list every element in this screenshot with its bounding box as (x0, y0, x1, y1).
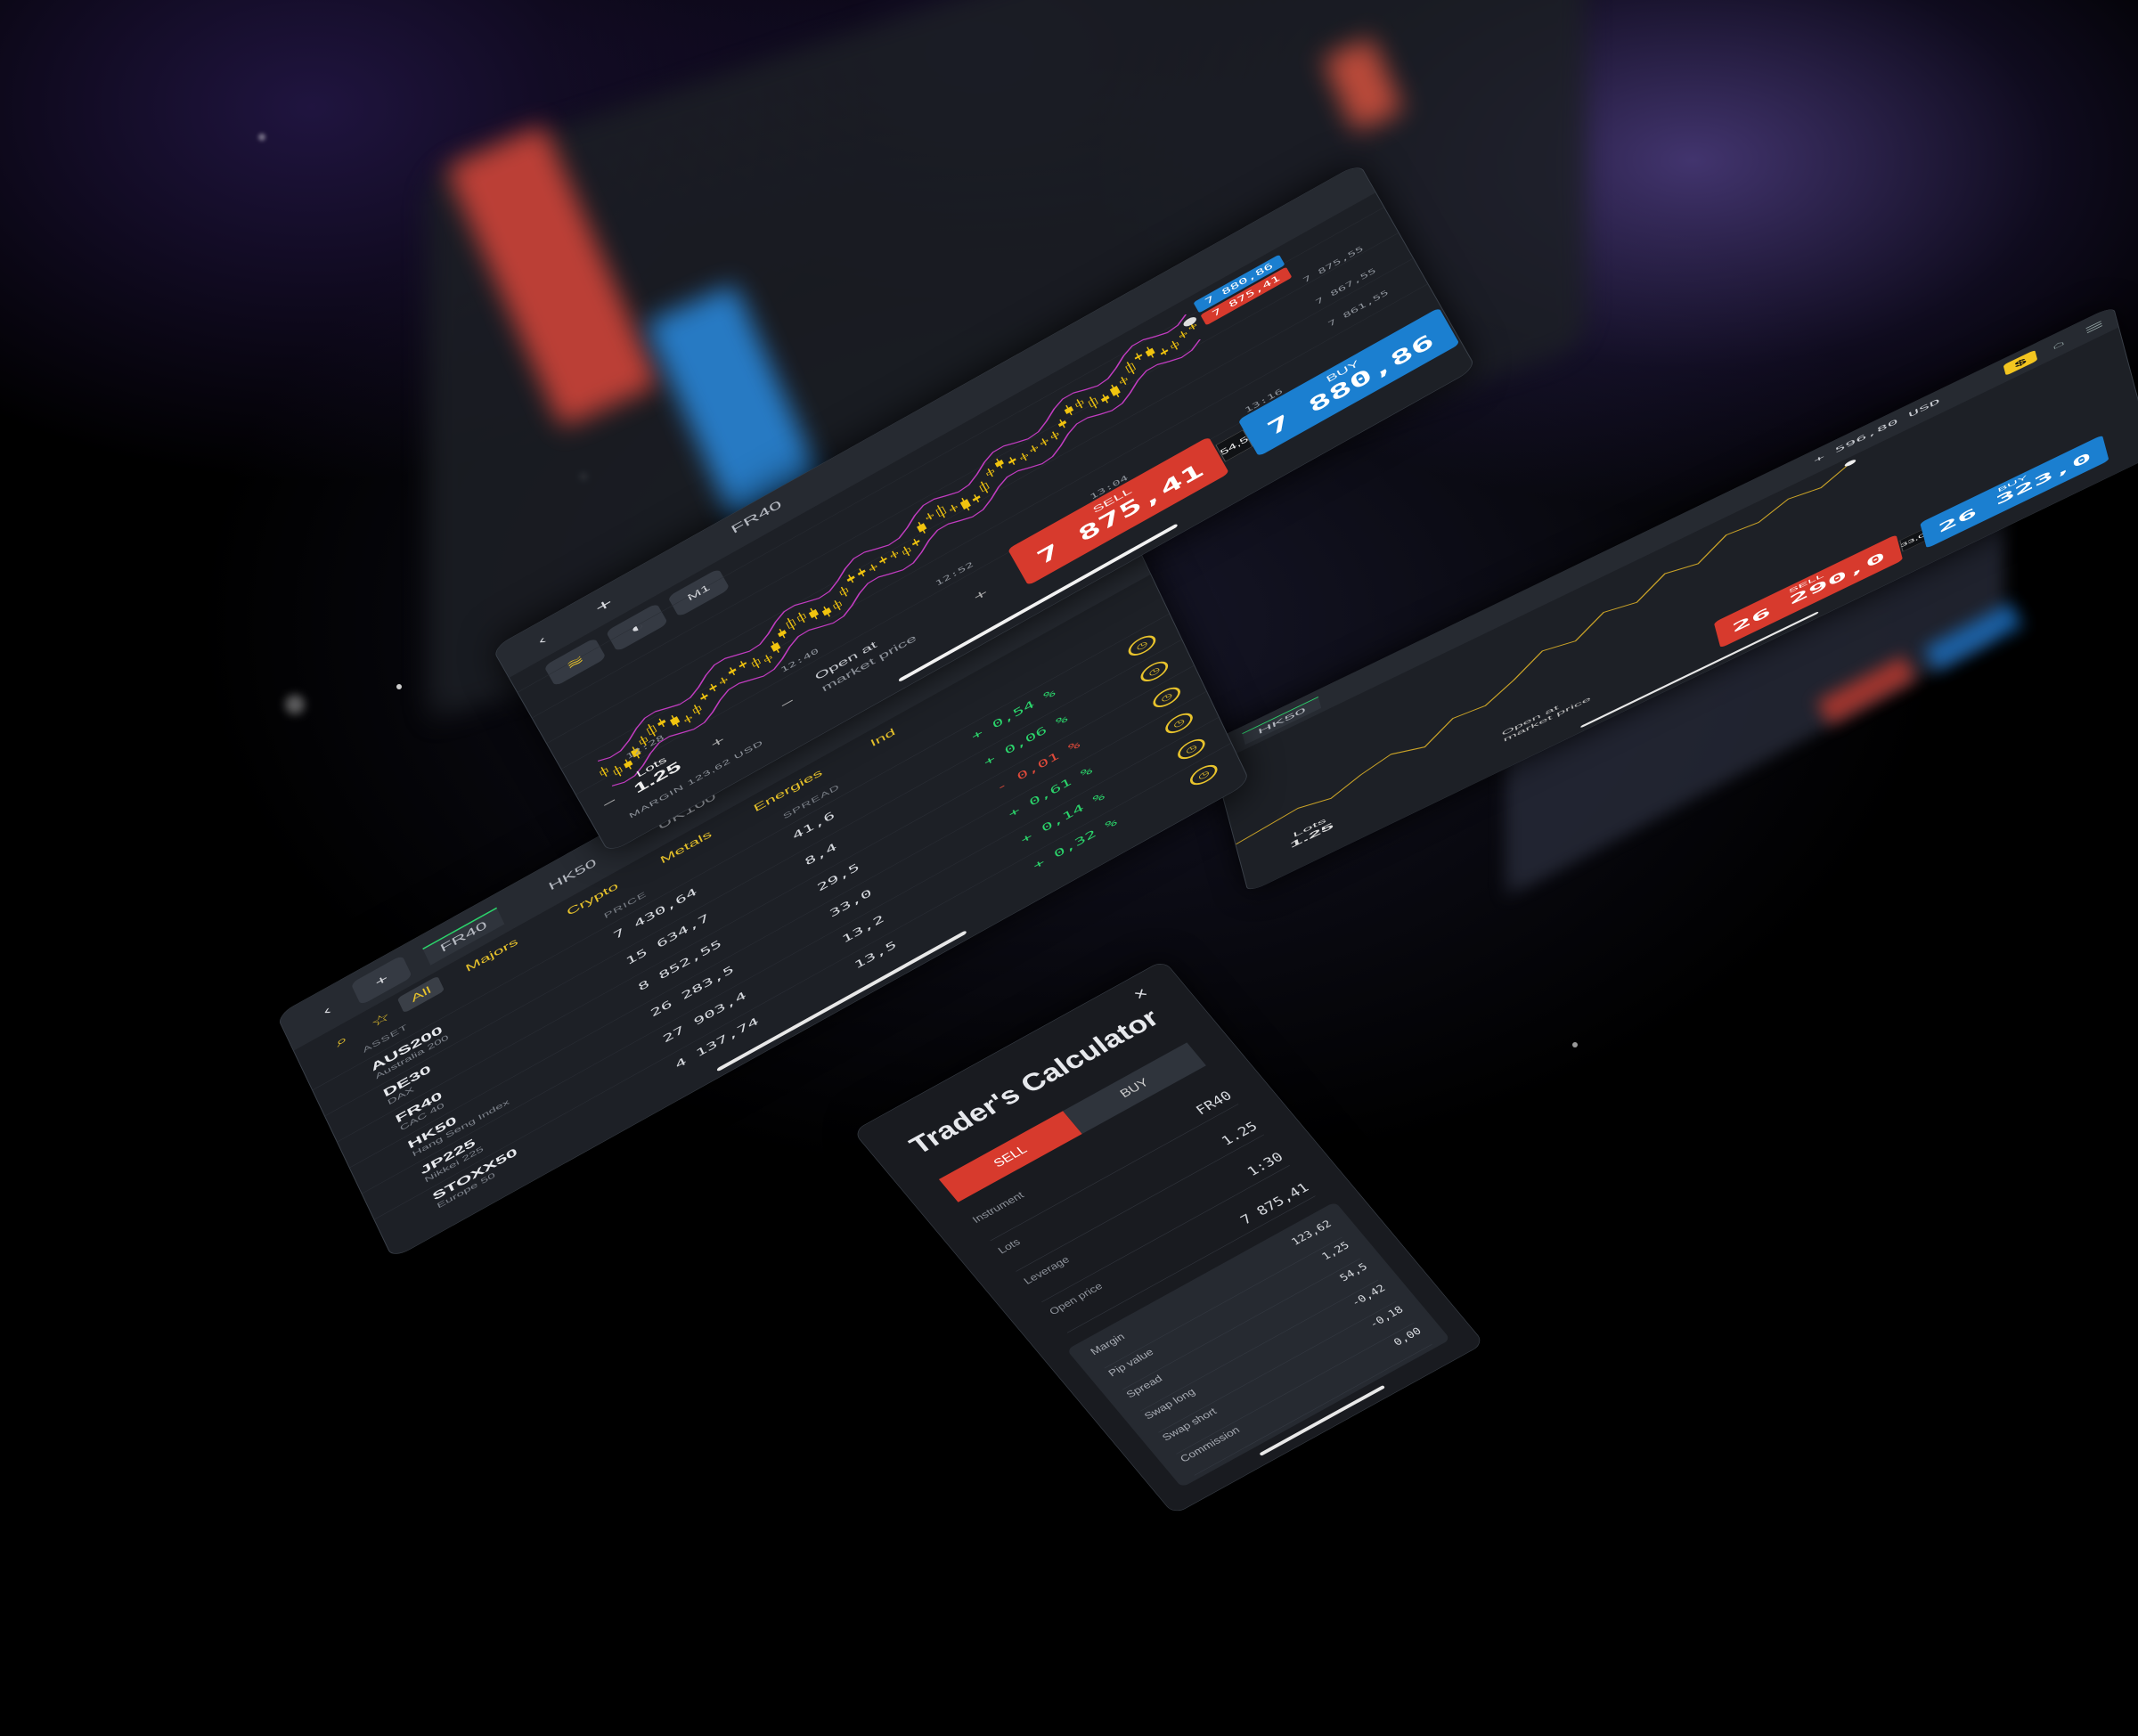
candle-wick (892, 550, 897, 558)
candle-wick (987, 468, 993, 477)
candle-body (959, 499, 971, 510)
star (396, 684, 402, 689)
calc-result-label: Margin (1088, 1331, 1128, 1357)
candle-body (972, 495, 981, 501)
candle-body (669, 716, 681, 726)
star (258, 134, 265, 141)
candle-body (1057, 420, 1067, 428)
candle-body (709, 685, 717, 691)
candle-body (700, 694, 708, 700)
star (1572, 1042, 1578, 1047)
candle-body (1160, 349, 1169, 355)
candle-body (1008, 458, 1016, 464)
candle-body (857, 569, 866, 576)
candle-body (879, 557, 887, 563)
candle-body (1100, 395, 1110, 403)
candle-body (771, 642, 781, 652)
candle-body (624, 760, 633, 769)
candle-body (657, 719, 666, 726)
candle-body (911, 540, 920, 546)
candle-body (1109, 386, 1121, 396)
candle-body (739, 662, 747, 668)
candle-body (778, 630, 787, 638)
candle-body (1145, 347, 1155, 357)
candle-body (917, 523, 927, 533)
candle-wick (1052, 431, 1058, 440)
calc-field-label: Lots (996, 1236, 1023, 1257)
star (285, 695, 305, 714)
candle-body (808, 608, 820, 619)
candle-body (994, 459, 1004, 468)
candle-body (846, 575, 855, 583)
calc-result-value: 123,62 (1288, 1218, 1334, 1248)
candle-body (821, 607, 832, 616)
candle-wick (765, 655, 771, 664)
calc-field-label: Instrument (970, 1189, 1026, 1226)
candle-wick (1076, 399, 1083, 409)
market-hours-clock-icon[interactable]: ◷ (1187, 761, 1220, 789)
candle-body (1134, 354, 1143, 360)
candle-body (1064, 405, 1074, 414)
candle-wick (1171, 340, 1179, 350)
